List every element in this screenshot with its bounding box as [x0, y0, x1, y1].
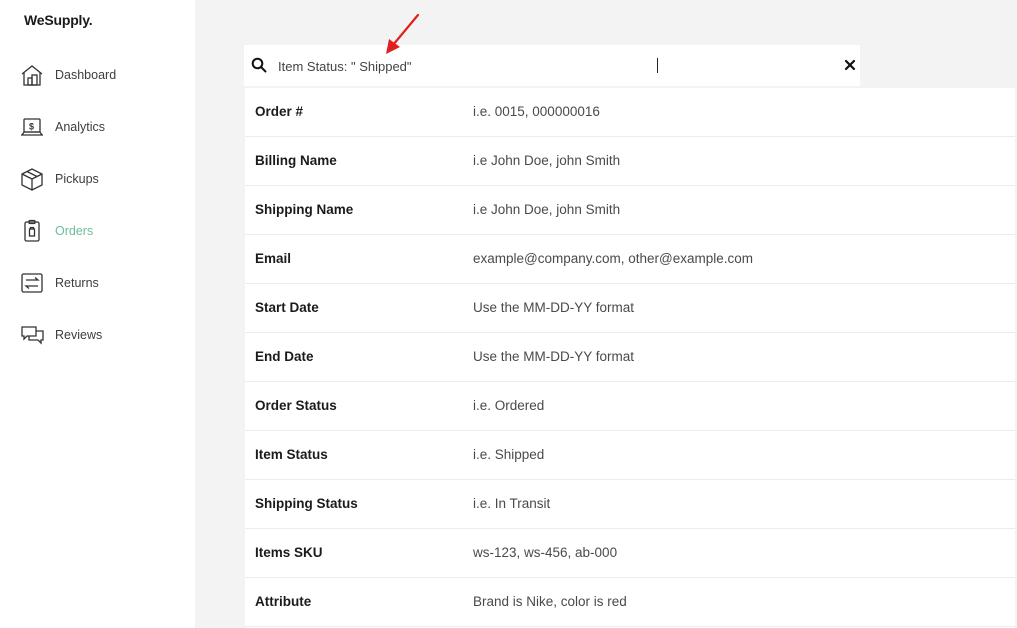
filter-row-billing-name[interactable]: Billing Name i.e John Doe, john Smith [245, 137, 1015, 186]
filter-row-order-status[interactable]: Order Status i.e. Ordered [245, 382, 1015, 431]
annotation-arrow-icon [386, 13, 420, 54]
sidebar-item-orders[interactable]: Orders [18, 214, 188, 248]
sidebar-item-label: Analytics [55, 120, 106, 134]
filter-example: example@company.com, other@example.com [473, 251, 754, 266]
sidebar-item-analytics[interactable]: $ Analytics [18, 110, 188, 144]
orders-icon [18, 217, 46, 245]
sidebar-item-label: Pickups [55, 172, 99, 186]
filter-row-shipping-status[interactable]: Shipping Status i.e. In Transit [245, 480, 1015, 529]
dashboard-icon [18, 61, 46, 89]
filter-example: ws-123, ws-456, ab-000 [473, 545, 618, 560]
filter-label: Order # [255, 104, 304, 119]
filter-example: Brand is Nike, color is red [473, 594, 627, 609]
analytics-icon: $ [18, 113, 46, 141]
filter-row-email[interactable]: Email example@company.com, other@example… [245, 235, 1015, 284]
filter-row-items-sku[interactable]: Items SKU ws-123, ws-456, ab-000 [245, 529, 1015, 578]
filter-row-end-date[interactable]: End Date Use the MM-DD-YY format [245, 333, 1015, 382]
filter-row-shipping-name[interactable]: Shipping Name i.e John Doe, john Smith [245, 186, 1015, 235]
sidebar-item-returns[interactable]: Returns [18, 266, 188, 300]
filter-example: Use the MM-DD-YY format [473, 300, 635, 315]
filter-label: Shipping Name [255, 202, 354, 217]
pickups-icon [18, 165, 46, 193]
filter-row-start-date[interactable]: Start Date Use the MM-DD-YY format [245, 284, 1015, 333]
filter-example: i.e John Doe, john Smith [473, 202, 621, 217]
close-icon[interactable] [842, 57, 858, 73]
filter-example: i.e. Shipped [473, 447, 545, 462]
filter-example: i.e. In Transit [473, 496, 551, 511]
sidebar-item-label: Dashboard [55, 68, 117, 82]
filter-label: Order Status [255, 398, 337, 413]
filter-row-attribute[interactable]: Attribute Brand is Nike, color is red [245, 578, 1015, 627]
sidebar: WeSupply. Dashboard $ Analytics Pickups … [0, 0, 195, 628]
text-cursor [657, 58, 658, 73]
reviews-icon [18, 321, 46, 349]
search-icon[interactable] [251, 57, 267, 73]
filter-row-order-number[interactable]: Order # i.e. 0015, 000000016 [245, 88, 1015, 137]
filter-example: i.e. 0015, 000000016 [473, 104, 600, 119]
filter-example: Use the MM-DD-YY format [473, 349, 635, 364]
sidebar-item-label: Returns [55, 276, 99, 290]
filter-label: Attribute [255, 594, 312, 609]
filter-example: i.e John Doe, john Smith [473, 153, 621, 168]
filter-example: i.e. Ordered [473, 398, 545, 413]
app-logo[interactable]: WeSupply. [24, 12, 93, 28]
sidebar-item-label: Orders [55, 224, 94, 238]
svg-text:$: $ [29, 122, 34, 132]
filter-label: Email [255, 251, 292, 266]
filter-suggestions-panel: Order # i.e. 0015, 000000016 Billing Nam… [245, 88, 1015, 628]
search-bar [244, 45, 860, 86]
filter-row-item-status[interactable]: Item Status i.e. Shipped [245, 431, 1015, 480]
sidebar-item-reviews[interactable]: Reviews [18, 318, 188, 352]
sidebar-item-pickups[interactable]: Pickups [18, 162, 188, 196]
filter-label: Start Date [255, 300, 319, 315]
filter-label: Billing Name [255, 153, 337, 168]
filter-label: Items SKU [255, 545, 323, 560]
returns-icon [18, 269, 46, 297]
filter-label: Item Status [255, 447, 328, 462]
search-input[interactable] [278, 55, 798, 77]
sidebar-item-dashboard[interactable]: Dashboard [18, 58, 188, 92]
filter-label: Shipping Status [255, 496, 358, 511]
sidebar-item-label: Reviews [55, 328, 103, 342]
filter-label: End Date [255, 349, 314, 364]
